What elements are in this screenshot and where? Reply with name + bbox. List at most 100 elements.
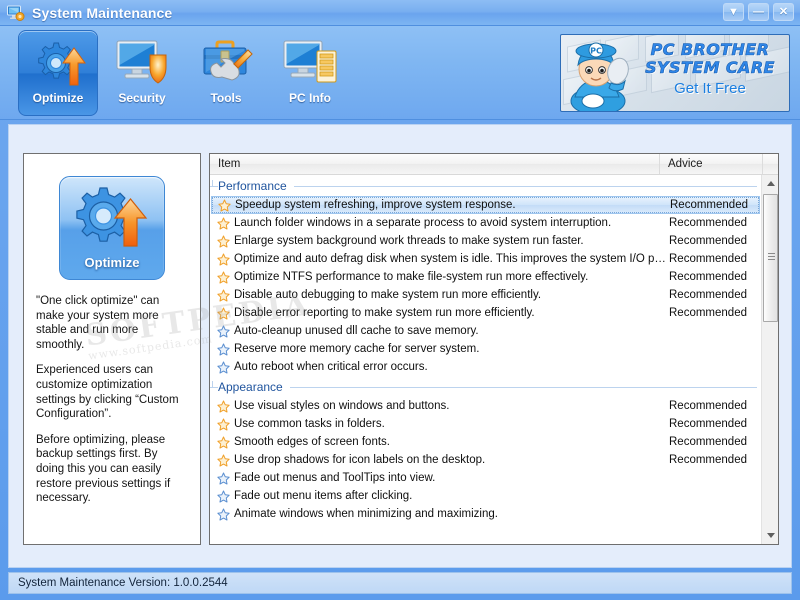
group-divider	[210, 387, 757, 388]
star-icon[interactable]	[217, 253, 230, 266]
star-icon[interactable]	[217, 436, 230, 449]
toolbar-item-security[interactable]: Security	[102, 30, 182, 116]
optimize-action-label: Optimize	[60, 255, 164, 270]
list-item[interactable]: Fade out menu items after clicking.	[210, 487, 761, 505]
list-item-advice: Recommended	[670, 199, 748, 211]
optimize-action-button[interactable]: Optimize	[59, 176, 165, 280]
banner-line-2: SYSTEM CARE	[635, 59, 785, 77]
list-item[interactable]: Optimize and auto defrag disk when syste…	[210, 250, 761, 268]
star-icon[interactable]	[217, 307, 230, 320]
chevron-up-icon	[767, 181, 775, 186]
star-icon[interactable]	[217, 361, 230, 374]
pc-brother-banner[interactable]: PC PC BROTHER SYSTEM CARE Get It Free	[560, 34, 790, 112]
star-icon[interactable]	[217, 235, 230, 248]
list-item-label: Optimize NTFS performance to make file-s…	[234, 271, 669, 283]
monitor-shield-icon	[114, 37, 170, 87]
status-bar-text: System Maintenance Version: 1.0.0.2544	[18, 577, 228, 589]
list-item[interactable]: Reserve more memory cache for server sys…	[210, 340, 761, 358]
list-group-header[interactable]: Appearance	[210, 376, 761, 397]
close-button[interactable]: ✕	[773, 3, 794, 21]
toolbar-item-optimize[interactable]: Optimize	[18, 30, 98, 116]
info-paragraph-1: "One click optimize" can make your syste…	[36, 294, 188, 352]
list-item[interactable]: Use common tasks in folders.Recommended	[210, 415, 761, 433]
banner-cta: Get It Free	[635, 80, 785, 97]
star-icon[interactable]	[217, 271, 230, 284]
list-group-header[interactable]: Performance	[210, 175, 761, 196]
list-item[interactable]: Animate windows when minimizing and maxi…	[210, 505, 761, 523]
toolbar-item-tools-label: Tools	[210, 91, 241, 105]
list-item-label: Auto-cleanup unused dll cache to save me…	[234, 325, 669, 337]
banner-text: PC BROTHER SYSTEM CARE Get It Free	[635, 41, 785, 97]
toolbar-item-optimize-label: Optimize	[33, 91, 84, 105]
list-item-label: Speedup system refreshing, improve syste…	[235, 199, 670, 211]
close-icon: ✕	[774, 4, 793, 20]
list-header: Item Advice	[210, 154, 778, 175]
window-controls: ▼ — ✕	[723, 3, 794, 21]
vertical-scrollbar[interactable]	[761, 175, 778, 544]
toolbar-items: Optimize	[18, 30, 350, 116]
list-item-advice: Recommended	[669, 307, 747, 319]
list-item[interactable]: Disable error reporting to make system r…	[210, 304, 761, 322]
list-item[interactable]: Auto-cleanup unused dll cache to save me…	[210, 322, 761, 340]
column-header-advice[interactable]: Advice	[660, 154, 763, 174]
list-item[interactable]: Disable auto debugging to make system ru…	[210, 286, 761, 304]
star-icon[interactable]	[217, 418, 230, 431]
toolbar-item-security-label: Security	[118, 91, 165, 105]
scrollbar-thumb[interactable]	[763, 194, 778, 322]
settings-list: Item Advice Performance Speedup system re…	[209, 153, 779, 545]
monitor-gear-icon	[7, 5, 25, 21]
star-icon[interactable]	[217, 325, 230, 338]
column-header-item[interactable]: Item	[210, 154, 660, 174]
title-bar: System Maintenance ▼ — ✕	[0, 0, 800, 26]
list-item-label: Use common tasks in folders.	[234, 418, 669, 430]
list-item[interactable]: Launch folder windows in a separate proc…	[210, 214, 761, 232]
column-header-filler	[763, 154, 778, 174]
app-window: System Maintenance ▼ — ✕	[0, 0, 800, 600]
list-item[interactable]: Fade out menus and ToolTips into view.	[210, 469, 761, 487]
star-icon[interactable]	[218, 199, 231, 212]
list-item[interactable]: Smooth edges of screen fonts.Recommended	[210, 433, 761, 451]
window-title: System Maintenance	[32, 5, 172, 21]
gear-arrow-icon	[30, 37, 86, 87]
star-icon[interactable]	[217, 508, 230, 521]
list-item[interactable]: Auto reboot when critical error occurs.	[210, 358, 761, 376]
list-item-label: Auto reboot when critical error occurs.	[234, 361, 669, 373]
content-area: Optimize "One click optimize" can make y…	[8, 124, 792, 568]
monitor-list-icon	[282, 37, 338, 87]
collapse-button[interactable]: ▼	[723, 3, 744, 21]
list-item-advice: Recommended	[669, 217, 747, 229]
list-item[interactable]: Enlarge system background work threads t…	[210, 232, 761, 250]
star-icon[interactable]	[217, 472, 230, 485]
list-item-advice: Recommended	[669, 400, 747, 412]
list-item-label: Animate windows when minimizing and maxi…	[234, 508, 669, 520]
star-icon[interactable]	[217, 217, 230, 230]
list-group-title: Appearance	[218, 380, 290, 394]
banner-line-1: PC BROTHER	[635, 41, 785, 59]
list-item-advice: Recommended	[669, 235, 747, 247]
list-item-label: Disable error reporting to make system r…	[234, 307, 669, 319]
scroll-down-button[interactable]	[762, 527, 778, 544]
star-icon[interactable]	[217, 490, 230, 503]
list-rows: Performance Speedup system refreshing, im…	[210, 175, 761, 523]
list-group-title: Performance	[218, 179, 294, 193]
star-icon[interactable]	[217, 289, 230, 302]
status-bar: System Maintenance Version: 1.0.0.2544	[8, 572, 792, 594]
list-item-label: Fade out menus and ToolTips into view.	[234, 472, 669, 484]
info-paragraph-3: Before optimizing, please backup setting…	[36, 433, 188, 506]
list-item[interactable]: Use drop shadows for icon labels on the …	[210, 451, 761, 469]
list-item[interactable]: Use visual styles on windows and buttons…	[210, 397, 761, 415]
scroll-up-button[interactable]	[762, 175, 778, 192]
toolbar-item-pc-info[interactable]: PC Info	[270, 30, 350, 116]
list-body: Performance Speedup system refreshing, im…	[210, 175, 778, 544]
chevron-down-icon	[767, 533, 775, 538]
scrollbar-grip-icon	[768, 253, 775, 260]
info-panel-text: "One click optimize" can make your syste…	[24, 280, 200, 506]
minimize-button[interactable]: —	[748, 3, 769, 21]
list-item[interactable]: Speedup system refreshing, improve syste…	[211, 196, 760, 214]
star-icon[interactable]	[217, 454, 230, 467]
list-item[interactable]: Optimize NTFS performance to make file-s…	[210, 268, 761, 286]
toolbar-item-tools[interactable]: Tools	[186, 30, 266, 116]
star-icon[interactable]	[217, 343, 230, 356]
toolbar-item-pc-info-label: PC Info	[289, 91, 331, 105]
star-icon[interactable]	[217, 400, 230, 413]
